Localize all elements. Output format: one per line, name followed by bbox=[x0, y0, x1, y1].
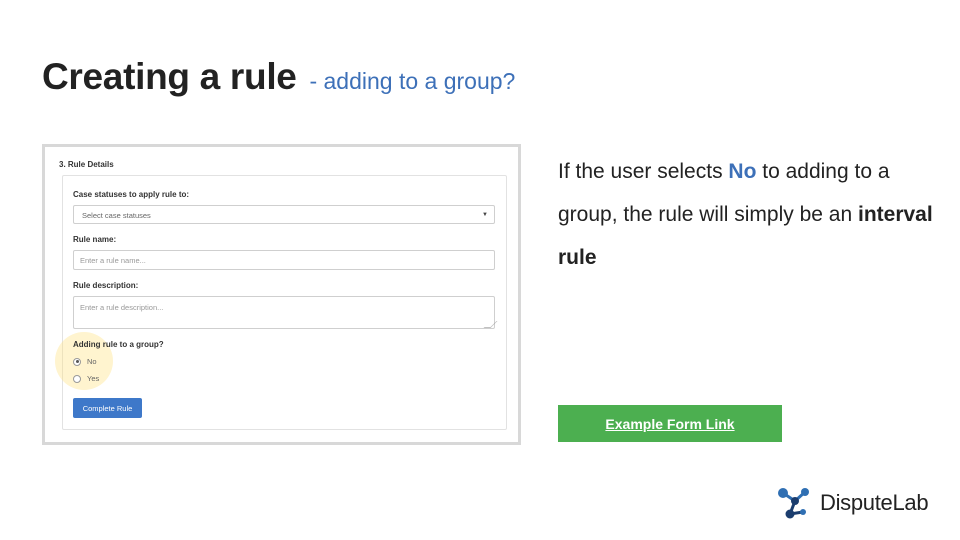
rule-description-label: Rule description: bbox=[73, 281, 139, 290]
explanation-part1: If the user selects bbox=[558, 160, 729, 183]
radio-checked-icon[interactable] bbox=[73, 357, 81, 366]
form-screenshot: 3. Rule Details Case statuses to apply r… bbox=[42, 144, 521, 445]
complete-rule-button[interactable]: Complete Rule bbox=[73, 398, 142, 418]
slide-title-sub: - adding to a group? bbox=[309, 68, 516, 94]
rule-name-label: Rule name: bbox=[73, 235, 117, 244]
explanation-no-word: No bbox=[728, 160, 757, 183]
section-title: 3. Rule Details bbox=[59, 160, 114, 169]
rule-details-card: Case statuses to apply rule to: Select c… bbox=[55, 175, 507, 430]
radio-option-label: No bbox=[87, 357, 97, 366]
example-form-link-button[interactable]: Example Form Link bbox=[558, 405, 782, 442]
case-statuses-label: Case statuses to apply rule to: bbox=[73, 190, 190, 199]
group-question-label: Adding rule to a group? bbox=[73, 340, 164, 349]
radio-option-no[interactable]: No bbox=[73, 357, 97, 366]
case-statuses-select[interactable]: Select case statuses ▼ bbox=[73, 205, 495, 224]
caret-down-icon: ▼ bbox=[482, 212, 488, 218]
radio-unchecked-icon[interactable] bbox=[73, 374, 81, 383]
rule-description-textarea[interactable] bbox=[73, 296, 495, 329]
slide-title-main: Creating a rule bbox=[42, 56, 297, 97]
brand-name: DisputeLab bbox=[820, 490, 929, 515]
molecule-logo-icon bbox=[778, 488, 809, 519]
case-statuses-value: Select case statuses bbox=[82, 211, 151, 220]
explanation-text: If the user selects No to adding to a gr… bbox=[558, 150, 938, 279]
brand-logo: DisputeLab bbox=[776, 484, 929, 522]
slide-title: Creating a rule - adding to a group? bbox=[42, 56, 515, 98]
radio-option-yes[interactable]: Yes bbox=[73, 374, 99, 383]
rule-name-input[interactable] bbox=[73, 250, 495, 270]
radio-option-label: Yes bbox=[87, 374, 100, 383]
